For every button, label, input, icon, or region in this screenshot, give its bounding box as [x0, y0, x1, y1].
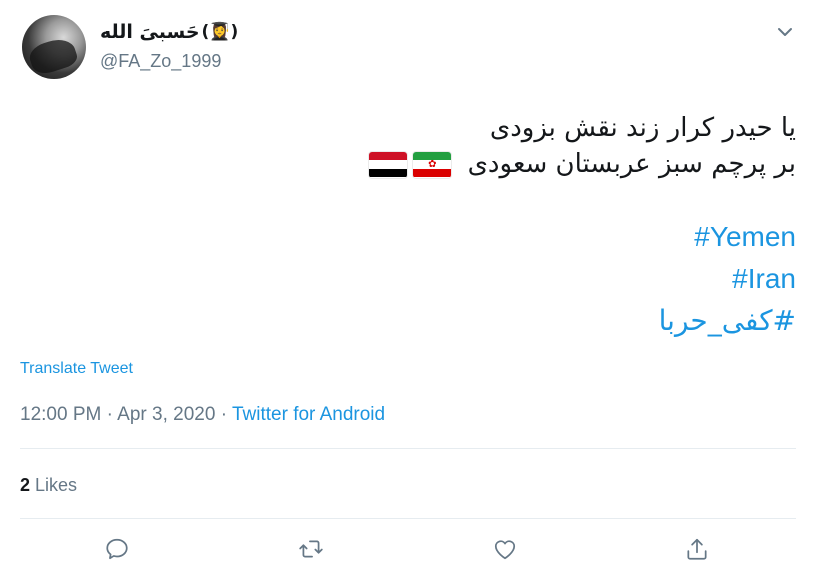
likes-count: 2 [20, 475, 31, 495]
user-handle[interactable]: @FA_Zo_1999 [100, 51, 221, 72]
tweet-date[interactable]: Apr 3, 2020 [117, 404, 215, 425]
hashtag-iran[interactable]: #Iran [36, 258, 796, 300]
divider [20, 518, 796, 519]
avatar[interactable] [22, 15, 86, 79]
iran-flag-icon: ✿ [413, 151, 452, 178]
student-emoji-icon: (👩‍🎓) [201, 22, 239, 42]
tweet-line-1: یا حیدر کرار زند نقش بزودی [489, 113, 796, 143]
share-icon [687, 538, 707, 560]
like-icon [494, 540, 516, 560]
meta-separator: · [220, 404, 232, 425]
reply-icon [106, 538, 128, 560]
tweet-meta: 12:00 PM · Apr 3, 2020 · Twitter for And… [20, 404, 385, 426]
display-name[interactable]: حَسبیَ الله (👩‍🎓) [100, 21, 238, 43]
hashtag-kafi-harba[interactable]: #کفی_حربا [36, 300, 796, 342]
divider [20, 448, 796, 449]
display-name-text: حَسبیَ الله [100, 21, 200, 43]
tweet-source[interactable]: Twitter for Android [232, 404, 385, 425]
flags: ✿ [369, 151, 452, 178]
tweet-text: یا حیدر کرار زند نقش بزودی بر پرچم سبز ع… [36, 110, 796, 342]
like-button[interactable] [492, 536, 522, 566]
likes-stat[interactable]: 2 Likes [20, 475, 77, 496]
yemen-flag-icon [369, 151, 408, 178]
meta-separator: · [106, 404, 118, 425]
translate-tweet-link[interactable]: Translate Tweet [20, 360, 133, 378]
retweet-icon [299, 540, 323, 558]
retweet-button[interactable] [298, 536, 328, 566]
tweet-time[interactable]: 12:00 PM [20, 404, 101, 425]
hashtag-yemen[interactable]: #Yemen [36, 216, 796, 258]
likes-label: Likes [35, 475, 78, 495]
reply-button[interactable] [104, 536, 134, 566]
chevron-down-icon[interactable] [775, 24, 795, 40]
tweet-line-2: بر پرچم سبز عربستان سعودی [467, 149, 796, 179]
share-button[interactable] [684, 536, 714, 566]
tweet-line-2-row: بر پرچم سبز عربستان سعودی ✿ [36, 146, 796, 182]
